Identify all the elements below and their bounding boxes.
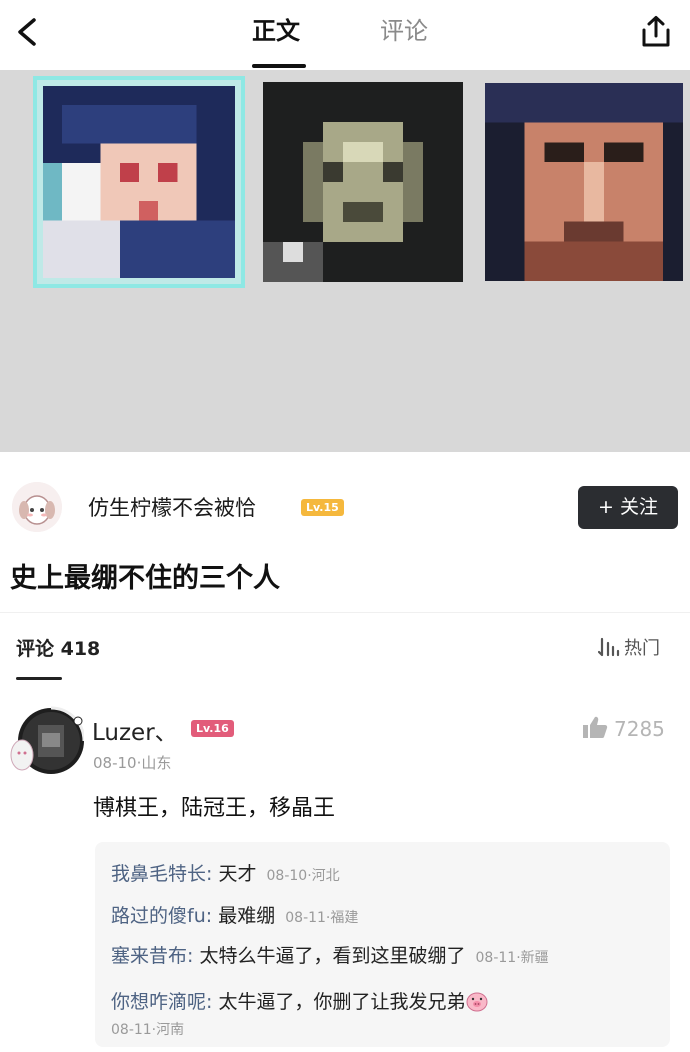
tab-main-text[interactable]: 正文 <box>252 14 300 48</box>
replies-box[interactable]: 我鼻毛特长: 天才 08-10·河北 路过的傻fu: 最难绷 08-11·福建 … <box>95 842 670 1047</box>
comments-count-header: 评论 418 <box>16 638 101 660</box>
reply-time: 08-10·河北 <box>266 868 340 884</box>
section-divider <box>0 612 690 613</box>
commenter-name[interactable]: Luzer、 <box>92 713 178 747</box>
reply-user[interactable]: 你想咋滴呢: <box>111 991 212 1013</box>
gallery-thumbnail-3[interactable] <box>485 82 683 282</box>
image-gallery <box>0 70 690 452</box>
share-icon[interactable] <box>638 14 674 50</box>
reply-user[interactable]: 我鼻毛特长: <box>111 863 212 885</box>
reply-item[interactable]: 我鼻毛特长: 天才 08-10·河北 <box>111 859 340 886</box>
tab-comments[interactable]: 评论 <box>380 14 428 48</box>
sort-icon <box>597 637 620 662</box>
comment-meta: 08-10·山东 <box>93 754 172 772</box>
reply-text: 太特么牛逼了，看到这里破绷了 <box>199 945 466 967</box>
author-level-badge: Lv.15 <box>301 499 344 516</box>
sort-label: 热门 <box>624 638 660 659</box>
reply-item[interactable]: 路过的傻fu: 最难绷 08-11·福建 <box>111 901 358 928</box>
like-button[interactable]: 7285 <box>582 715 665 741</box>
reply-time: 08-11·河南 <box>111 1022 185 1038</box>
commenter-level-badge: Lv.16 <box>191 720 234 737</box>
top-nav-bar: 正文 评论 <box>0 0 690 70</box>
like-count: 7285 <box>614 717 665 741</box>
reply-text: 最难绷 <box>218 905 276 927</box>
reply-item[interactable]: 你想咋滴呢: 太牛逼了，你删了让我发兄弟 <box>111 987 489 1017</box>
gallery-thumbnail-1[interactable] <box>33 76 245 288</box>
reply-item[interactable]: 塞来昔布: 太特么牛逼了，看到这里破绷了 08-11·新疆 <box>111 941 549 968</box>
author-avatar[interactable] <box>12 482 62 532</box>
follow-button[interactable]: + 关注 <box>578 486 678 529</box>
reply-text: 太牛逼了，你删了让我发兄弟 <box>218 991 466 1013</box>
pixel-portrait-1 <box>43 86 235 278</box>
commenter-avatar[interactable] <box>8 703 86 779</box>
active-tab-indicator <box>252 64 306 68</box>
reply-user[interactable]: 路过的傻fu: <box>111 905 212 927</box>
gallery-thumbnail-2[interactable] <box>263 82 463 282</box>
reply-time: 08-11·福建 <box>285 910 359 926</box>
sort-hot-button[interactable]: 热门 <box>597 634 660 662</box>
reply-text: 天才 <box>218 863 257 885</box>
reply-user[interactable]: 塞来昔布: <box>111 945 193 967</box>
pixel-portrait-2 <box>263 82 463 282</box>
author-row: 仿生柠檬不会被恰 Lv.15 + 关注 <box>0 462 690 552</box>
pixel-portrait-3 <box>485 83 683 281</box>
comments-tab-indicator <box>16 677 62 680</box>
author-name[interactable]: 仿生柠檬不会被恰 <box>88 492 256 522</box>
reply-time: 08-11·新疆 <box>475 950 549 966</box>
comment-text: 博棋王，陆冠王，移晶王 <box>93 796 336 821</box>
back-arrow-icon[interactable] <box>8 12 48 52</box>
pig-emoji-icon <box>465 990 489 1017</box>
thumbs-up-icon <box>583 716 608 738</box>
post-title: 史上最绷不住的三个人 <box>10 563 280 594</box>
